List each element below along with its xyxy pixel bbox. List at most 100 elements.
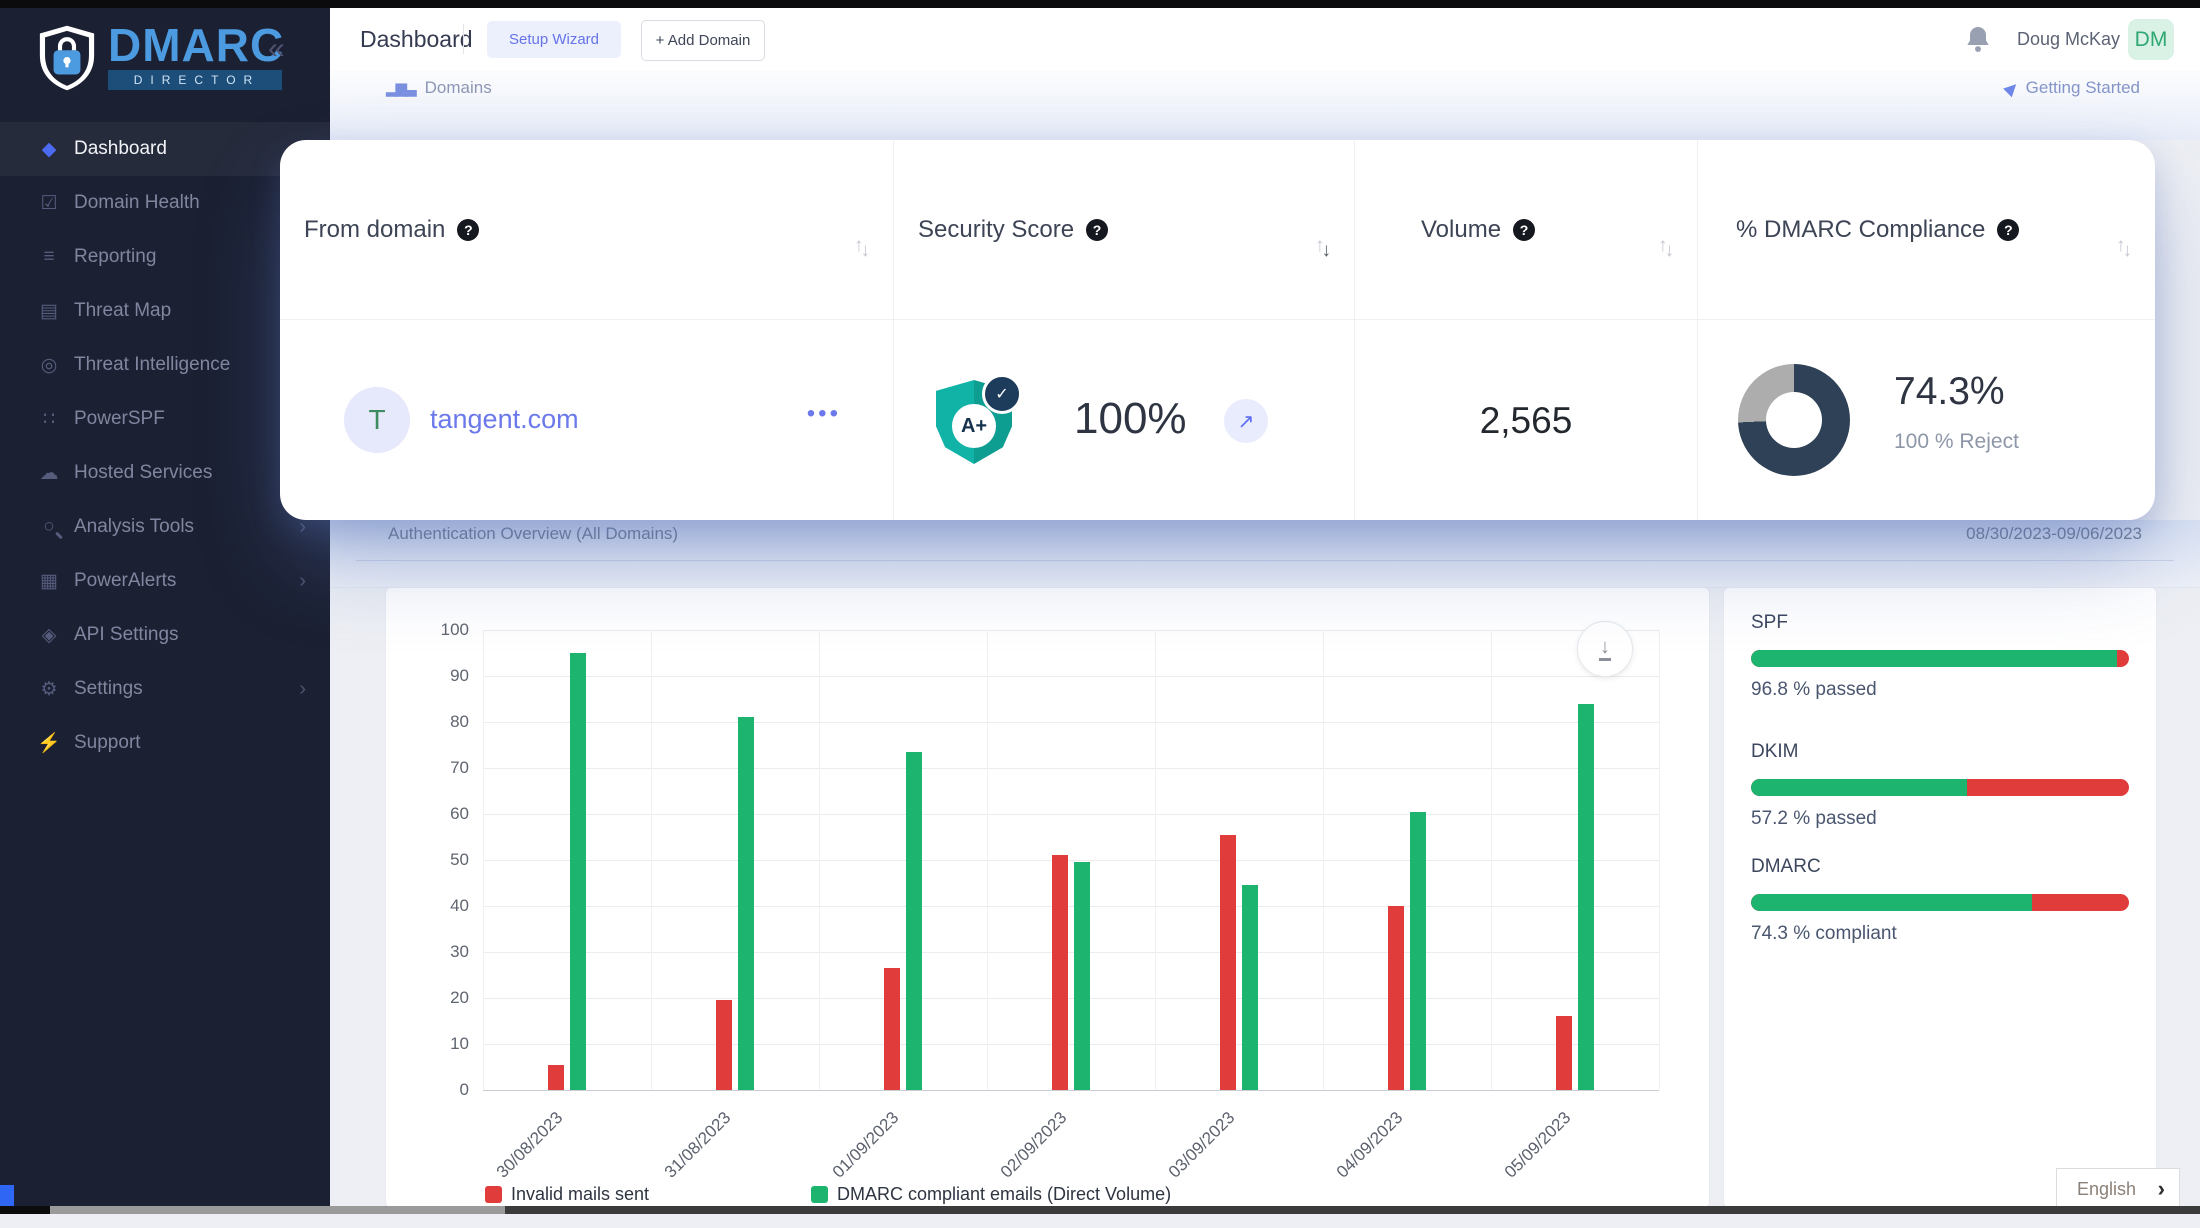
gridline: [483, 860, 1659, 861]
language-selector[interactable]: English ›: [2056, 1168, 2180, 1210]
getting-started-link[interactable]: ▶ Getting Started: [2005, 78, 2140, 98]
bar-dmarc-compliant: [1578, 704, 1594, 1090]
security-score-value: 100%: [1074, 394, 1187, 444]
target-icon: ◎: [36, 354, 62, 377]
gridline: [483, 1044, 1659, 1045]
bar-dmarc-compliant: [570, 653, 586, 1090]
chevron-right-icon: ›: [299, 678, 306, 701]
search-icon: ○: [36, 516, 62, 538]
table-row-score-cell: A+ ✓ 100% ↗: [893, 320, 1354, 520]
table-row-volume-cell: 2,565: [1354, 320, 1697, 520]
spf-caption: 96.8 % passed: [1751, 679, 1877, 701]
setup-wizard-button[interactable]: Setup Wizard: [487, 21, 621, 58]
gridline: [987, 630, 988, 1090]
bar-invalid-mails: [548, 1065, 564, 1090]
y-axis-tick: 40: [425, 896, 469, 916]
sort-icons[interactable]: ↑↓: [2116, 235, 2129, 257]
legend-invalid-mails[interactable]: Invalid mails sent: [485, 1184, 649, 1205]
column-header-dmarc-compliance[interactable]: % DMARC Compliance ? ↑↓: [1697, 140, 2155, 320]
paper-plane-icon: ▶: [2000, 77, 2023, 100]
user-name[interactable]: Doug McKay: [2005, 8, 2120, 70]
bottom-left-accent: [0, 1185, 14, 1206]
download-icon: ↓: [1599, 637, 1611, 661]
domain-link[interactable]: tangent.com: [430, 404, 579, 435]
sidebar-item-settings[interactable]: ⚙ Settings ›: [0, 662, 330, 716]
bar-invalid-mails: [1052, 855, 1068, 1090]
bar-dmarc-compliant: [906, 752, 922, 1090]
strip-divider: [356, 560, 2174, 561]
legend-dmarc-compliant[interactable]: DMARC compliant emails (Direct Volume): [811, 1184, 1171, 1205]
topbar-divider: [463, 24, 464, 54]
map-icon: ▤: [36, 300, 62, 323]
gridline: [483, 676, 1659, 677]
legend-swatch-green: [811, 1186, 828, 1203]
sidebar-item-api-settings[interactable]: ◈ API Settings: [0, 608, 330, 662]
help-icon[interactable]: ?: [1513, 219, 1535, 241]
y-axis-tick: 80: [425, 712, 469, 732]
table-row-domain-cell: T tangent.com •••: [280, 320, 893, 520]
add-domain-button[interactable]: + Add Domain: [641, 20, 765, 61]
sort-icons[interactable]: ↑↓: [854, 235, 867, 257]
row-menu-dots[interactable]: •••: [807, 400, 841, 428]
y-axis-tick: 30: [425, 942, 469, 962]
dkim-caption: 57.2 % passed: [1751, 808, 1877, 830]
sidebar-collapse-icon[interactable]: «: [268, 32, 285, 66]
y-axis-tick: 90: [425, 666, 469, 686]
y-axis-tick: 0: [425, 1080, 469, 1100]
bar-invalid-mails: [1556, 1016, 1572, 1090]
gridline: [483, 630, 484, 1090]
auth-overview-chart-card: 010203040506070809010030/08/202331/08/20…: [385, 587, 1710, 1208]
gridline: [483, 814, 1659, 815]
sort-icons[interactable]: ↑↓: [1315, 235, 1328, 257]
score-trend-button[interactable]: ↗: [1224, 399, 1268, 443]
column-header-from-domain[interactable]: From domain ? ↑↓: [280, 140, 893, 320]
gridline: [651, 630, 652, 1090]
bolt-icon: ⚡: [36, 731, 62, 755]
gridline: [483, 1090, 1659, 1091]
bar-dmarc-compliant: [1410, 812, 1426, 1090]
help-icon[interactable]: ?: [1086, 219, 1108, 241]
help-icon[interactable]: ?: [457, 219, 479, 241]
horizontal-scrollbar: [0, 1206, 2200, 1214]
dots-diamond-icon: ∷: [36, 408, 62, 431]
compliance-donut: [1738, 364, 1850, 476]
y-axis-tick: 20: [425, 988, 469, 1008]
compliance-policy: 100 % Reject: [1894, 430, 2019, 454]
avatar[interactable]: DM: [2128, 19, 2174, 60]
domains-heading: ▂▆▃ Domains: [386, 78, 492, 98]
sidebar-item-poweralerts[interactable]: ▦ PowerAlerts ›: [0, 554, 330, 608]
bar-chart-icon: ▂▆▃: [386, 79, 415, 97]
sidebar-item-support[interactable]: ⚡ Support: [0, 716, 330, 770]
auth-overview-title: Authentication Overview (All Domains): [388, 524, 678, 544]
y-axis-tick: 60: [425, 804, 469, 824]
dmarc-progress-bar: [1751, 894, 2129, 911]
sort-icons[interactable]: ↑↓: [1658, 235, 1671, 257]
window-top-strip: [0, 0, 2200, 8]
bar-invalid-mails: [1220, 835, 1236, 1090]
dkim-label: DKIM: [1751, 741, 1799, 763]
domains-section-strip: ▂▆▃ Domains ▶ Getting Started: [330, 70, 2200, 140]
chart-download-button[interactable]: ↓: [1577, 621, 1633, 677]
bar-dmarc-compliant: [1242, 885, 1258, 1090]
auth-summary-panel: SPF 96.8 % passed DKIM 57.2 % passed DMA…: [1723, 587, 2157, 1208]
y-axis-tick: 10: [425, 1034, 469, 1054]
gear-icon: ⚙: [36, 678, 62, 701]
scrollbar-corner: [0, 1206, 50, 1214]
column-header-security-score[interactable]: Security Score ? ↑↓: [893, 140, 1354, 320]
gridline: [483, 998, 1659, 999]
notification-bell-icon[interactable]: [1962, 23, 1994, 55]
domain-table-card: From domain ? ↑↓ Security Score ? ↑↓ Vol…: [280, 140, 2155, 520]
help-icon[interactable]: ?: [1997, 219, 2019, 241]
cloud-icon: ☁: [36, 462, 62, 485]
layers-icon: ◆: [36, 138, 62, 161]
api-diamond-icon: ◈: [36, 624, 62, 647]
chevron-right-icon: ›: [2158, 1176, 2165, 1202]
page-title: Dashboard: [360, 8, 473, 70]
column-header-volume[interactable]: Volume ? ↑↓: [1354, 140, 1697, 320]
legend-swatch-red: [485, 1186, 502, 1203]
bar-dmarc-compliant: [1074, 862, 1090, 1090]
scrollbar-thumb[interactable]: [50, 1206, 505, 1214]
table-row-compliance-cell: 74.3% 100 % Reject: [1697, 320, 2155, 520]
volume-value: 2,565: [1355, 400, 1697, 442]
score-grade: A+: [952, 404, 996, 448]
